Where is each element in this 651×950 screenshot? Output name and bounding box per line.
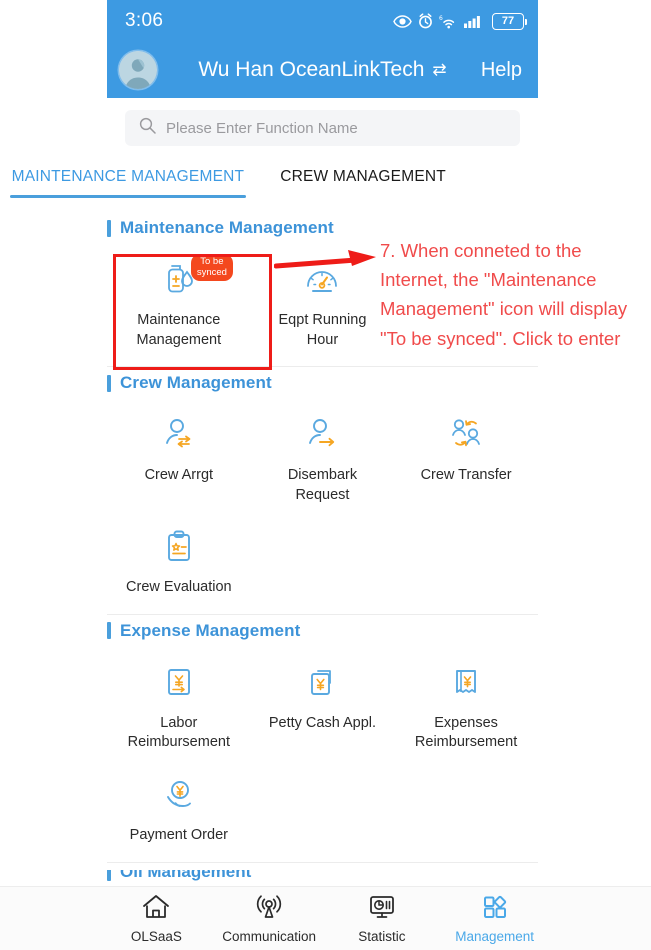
yuan-hand-icon <box>157 771 201 817</box>
section-accent-bar <box>107 219 111 237</box>
annotation-arrow-icon <box>273 248 378 283</box>
tile-crew-transfer[interactable]: Crew Transfer <box>394 403 538 515</box>
person-arrow-icon <box>300 411 344 457</box>
yuan-copy-icon <box>300 659 344 705</box>
section-accent-bar <box>107 870 111 881</box>
help-button[interactable]: Help <box>481 59 522 82</box>
tile-label: Crew Evaluation <box>126 579 232 596</box>
oil-bottle-icon: To be synced <box>157 254 233 302</box>
section-title: Oil Management <box>120 870 252 881</box>
tab-crew-management[interactable]: CREW MANAGEMENT <box>262 158 464 186</box>
screen-root: 3:06 6 77 Wu Han OceanLinkTech ⇄ Help Pl… <box>0 0 651 950</box>
search-input[interactable]: Please Enter Function Name <box>125 110 520 146</box>
nav-label: Communication <box>222 928 317 944</box>
tile-label: Expenses Reimbursement <box>414 714 518 751</box>
status-bar: 3:06 6 77 <box>107 0 538 42</box>
broadcast-icon <box>255 894 283 925</box>
phone-viewport: 3:06 6 77 Wu Han OceanLinkTech ⇄ Help Pl… <box>107 0 538 156</box>
svg-text:6: 6 <box>439 15 443 22</box>
tile-crew-evaluation[interactable]: Crew Evaluation <box>107 515 251 608</box>
yuan-document-arrow-icon <box>157 659 201 705</box>
section-header-partial-inner: Oil Management <box>107 870 251 882</box>
tile-labor-reimbursement[interactable]: Labor Reimbursement <box>107 651 251 763</box>
section-grid-crew: Crew Arrgt Disembark Request Crew Transf… <box>107 395 538 612</box>
tile-label: Eqpt Running Hour <box>278 312 367 348</box>
tile-label: Petty Cash Appl. <box>268 714 377 731</box>
nav-item-olsaas[interactable]: OLSaaS <box>102 894 210 944</box>
nav-item-management[interactable]: Management <box>441 894 549 944</box>
company-name: Wu Han OceanLinkTech <box>198 58 425 81</box>
eye-icon <box>393 14 412 28</box>
nav-label: Statistic <box>358 928 406 944</box>
yuan-receipt-icon <box>444 659 488 705</box>
switch-company-icon[interactable]: ⇄ <box>432 60 446 80</box>
search-icon <box>139 117 156 139</box>
tile-label: Labor Reimbursement <box>127 714 230 751</box>
status-time: 3:06 <box>125 10 164 31</box>
annotation-text: 7. When conneted to the Internet, the "M… <box>380 240 628 349</box>
alarm-icon <box>418 13 433 29</box>
tile-petty-cash-appl[interactable]: Petty Cash Appl. <box>251 651 395 763</box>
section-title: Maintenance Management <box>120 218 334 237</box>
battery-icon: 77 <box>492 12 527 30</box>
app-bar: Wu Han OceanLinkTech ⇄ Help <box>107 42 538 98</box>
tile-label: Payment Order <box>129 826 228 843</box>
section-title: Crew Management <box>120 373 272 393</box>
tile-label: Crew Arrgt <box>144 467 214 484</box>
section-header-partial: Oil Management <box>107 870 538 886</box>
section-header-expense: Expense Management <box>107 615 538 641</box>
tile-payment-order[interactable]: Payment Order <box>107 763 251 856</box>
tile-expenses-reimbursement[interactable]: Expenses Reimbursement <box>394 651 538 763</box>
section-header-crew: Crew Management <box>107 367 538 393</box>
tile-label: Disembark Request <box>287 467 358 503</box>
tile-label: Crew Transfer <box>420 467 512 484</box>
monitor-chart-icon <box>368 894 396 925</box>
wifi-icon: 6 <box>439 14 458 29</box>
status-badge: To be synced <box>190 254 233 282</box>
nav-label: Management <box>455 928 535 944</box>
signal-icon <box>464 14 484 28</box>
tile-label: Maintenance Management <box>136 312 222 348</box>
tile-crew-arrgt[interactable]: Crew Arrgt <box>107 403 251 515</box>
section-title: Expense Management <box>120 620 301 640</box>
bottom-navigation: OLSaaS Communication Statistic Managemen… <box>0 886 651 950</box>
home-icon <box>142 894 170 925</box>
section-accent-bar <box>107 622 111 640</box>
person-exchange-icon <box>157 411 201 457</box>
tile-disembark-request[interactable]: Disembark Request <box>251 403 395 515</box>
section-header-maintenance: Maintenance Management <box>107 212 538 238</box>
nav-item-statistic[interactable]: Statistic <box>328 894 436 944</box>
avatar[interactable] <box>119 51 157 89</box>
nav-item-communication[interactable]: Communication <box>215 894 323 944</box>
nav-label: OLSaaS <box>130 928 182 944</box>
two-person-swap-icon <box>444 411 488 457</box>
search-section: Please Enter Function Name <box>107 98 538 156</box>
status-icons: 6 77 <box>393 12 527 30</box>
search-placeholder: Please Enter Function Name <box>166 119 358 137</box>
tab-maintenance-management[interactable]: MAINTENANCE MANAGEMENT <box>0 158 262 198</box>
tab-strip[interactable]: ...AGEMENT MAINTENANCE MANAGEMENT CREW M… <box>0 158 651 206</box>
clipboard-star-icon <box>157 523 201 569</box>
section-accent-bar <box>107 374 111 392</box>
app-bar-title: Wu Han OceanLinkTech ⇄ <box>107 58 538 82</box>
section-grid-expense: Labor Reimbursement Petty Cash Appl. Exp… <box>107 643 538 860</box>
section-divider <box>107 861 538 863</box>
tile-maintenance-management[interactable]: To be synced Maintenance Management <box>107 248 251 360</box>
tab-strip-inner: ...AGEMENT MAINTENANCE MANAGEMENT CREW M… <box>0 158 464 198</box>
grid-squares-icon <box>481 894 509 925</box>
